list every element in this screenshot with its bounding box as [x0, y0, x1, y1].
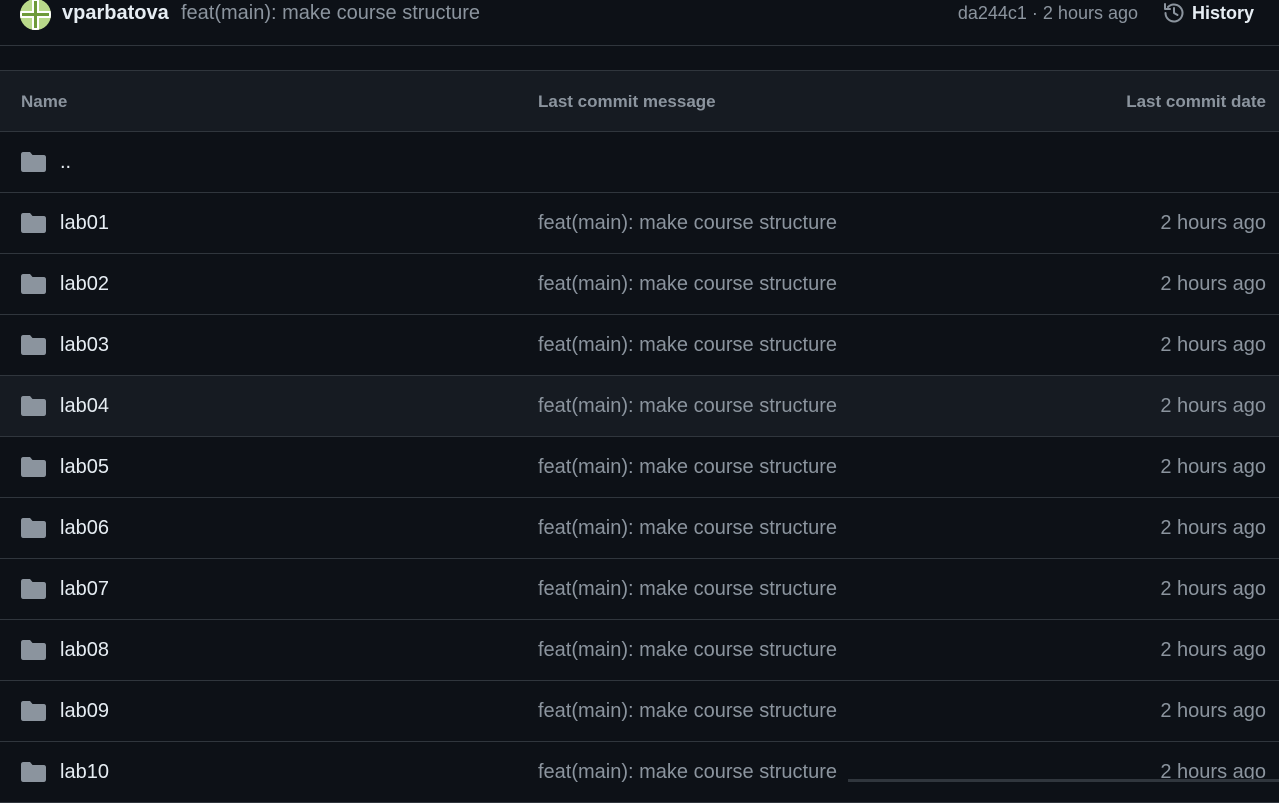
commit-message-link[interactable]: feat(main): make course structure	[538, 681, 837, 741]
parent-directory-link[interactable]: ..	[60, 132, 71, 192]
avatar[interactable]	[20, 0, 51, 30]
folder-icon	[21, 152, 46, 172]
table-row[interactable]: lab06 feat(main): make course structure …	[0, 498, 1279, 559]
commit-author-link[interactable]: vparbatova	[62, 0, 169, 26]
folder-icon	[21, 579, 46, 599]
folder-icon	[21, 396, 46, 416]
folder-name-link[interactable]: lab03	[60, 315, 109, 375]
history-button[interactable]: History	[1162, 0, 1254, 26]
commit-message-link[interactable]: feat(main): make course structure	[538, 742, 837, 802]
commit-date: 2 hours ago	[1160, 456, 1266, 478]
table-row[interactable]: lab05 feat(main): make course structure …	[0, 437, 1279, 498]
column-header-name: Name	[21, 92, 68, 111]
parent-directory-row[interactable]: ..	[0, 132, 1279, 193]
commit-message-link[interactable]: feat(main): make course structure	[538, 498, 837, 558]
folder-icon	[21, 518, 46, 538]
folder-icon	[21, 701, 46, 721]
folder-name-link[interactable]: lab01	[60, 193, 109, 253]
folder-name-link[interactable]: lab08	[60, 620, 109, 680]
commit-date: 2 hours ago	[1160, 212, 1266, 234]
commit-date: 2 hours ago	[1160, 334, 1266, 356]
commit-message-link[interactable]: feat(main): make course structure	[538, 559, 837, 619]
commit-message-link[interactable]: feat(main): make course structure	[181, 0, 480, 26]
commit-date: 2 hours ago	[1160, 761, 1266, 783]
horizontal-scrollbar[interactable]	[848, 779, 1279, 782]
folder-icon	[21, 640, 46, 660]
folder-name-link[interactable]: lab06	[60, 498, 109, 558]
table-row[interactable]: lab07 feat(main): make course structure …	[0, 559, 1279, 620]
folder-icon	[21, 762, 46, 782]
table-row[interactable]: lab01 feat(main): make course structure …	[0, 193, 1279, 254]
commit-hash-and-time[interactable]: da244c1 · 2 hours ago	[958, 0, 1138, 26]
column-header-date: Last commit date	[1126, 92, 1266, 111]
folder-icon	[21, 274, 46, 294]
folder-name-link[interactable]: lab04	[60, 376, 109, 436]
table-row[interactable]: lab02 feat(main): make course structure …	[0, 254, 1279, 315]
commit-date: 2 hours ago	[1160, 395, 1266, 417]
table-row[interactable]: lab09 feat(main): make course structure …	[0, 681, 1279, 742]
commit-message-link[interactable]: feat(main): make course structure	[538, 437, 837, 497]
folder-name-link[interactable]: lab10	[60, 742, 109, 802]
folder-icon	[21, 335, 46, 355]
commit-message-link[interactable]: feat(main): make course structure	[538, 254, 837, 314]
commit-date: 2 hours ago	[1160, 639, 1266, 661]
folder-name-link[interactable]: lab02	[60, 254, 109, 314]
commit-message-link[interactable]: feat(main): make course structure	[538, 193, 837, 253]
folder-name-link[interactable]: lab09	[60, 681, 109, 741]
history-label: History	[1192, 2, 1255, 23]
folder-icon	[21, 457, 46, 477]
folder-name-link[interactable]: lab07	[60, 559, 109, 619]
latest-commit-bar: vparbatova feat(main): make course struc…	[0, 0, 1279, 46]
commit-date: 2 hours ago	[1160, 273, 1266, 295]
table-row[interactable]: lab08 feat(main): make course structure …	[0, 620, 1279, 681]
commit-date: 2 hours ago	[1160, 517, 1266, 539]
table-header: Name Last commit message Last commit dat…	[0, 71, 1279, 132]
folder-name-link[interactable]: lab05	[60, 437, 109, 497]
commit-message-link[interactable]: feat(main): make course structure	[538, 315, 837, 375]
table-row[interactable]: lab10 feat(main): make course structure …	[0, 742, 1279, 803]
table-row[interactable]: lab04 feat(main): make course structure …	[0, 376, 1279, 437]
commit-message-link[interactable]: feat(main): make course structure	[538, 376, 837, 436]
table-row[interactable]: lab03 feat(main): make course structure …	[0, 315, 1279, 376]
commit-message-link[interactable]: feat(main): make course structure	[538, 620, 837, 680]
history-icon	[1164, 3, 1184, 23]
file-table: Name Last commit message Last commit dat…	[0, 70, 1279, 803]
column-header-message: Last commit message	[538, 92, 716, 111]
folder-icon	[21, 213, 46, 233]
commit-date: 2 hours ago	[1160, 700, 1266, 722]
commit-date: 2 hours ago	[1160, 578, 1266, 600]
